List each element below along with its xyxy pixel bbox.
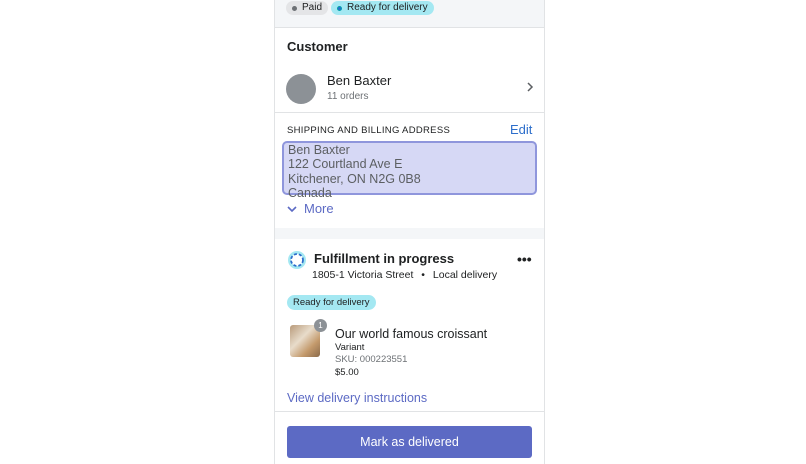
- product-name[interactable]: Our world famous croissant: [335, 327, 487, 341]
- product-price: $5.00: [335, 367, 359, 378]
- customer-title: Customer: [287, 39, 348, 54]
- customer-name[interactable]: Ben Baxter: [327, 73, 391, 88]
- mark-as-delivered-button[interactable]: Mark as delivered: [287, 426, 532, 458]
- more-toggle[interactable]: More: [287, 201, 334, 216]
- ready-badge: Ready for delivery: [331, 1, 434, 15]
- address-line: Canada: [288, 185, 332, 200]
- fulfillment-status-badge: Ready for delivery: [287, 295, 376, 310]
- chevron-right-icon[interactable]: [523, 80, 537, 94]
- fulfillment-subtitle: 1805-1 Victoria Street • Local delivery: [312, 269, 497, 281]
- customer-card: Customer Ben Baxter 11 orders SHIPPING A…: [275, 28, 544, 228]
- address-block[interactable]: Ben Baxter 122 Courtland Ave E Kitchener…: [282, 141, 537, 200]
- paid-label: Paid: [302, 2, 323, 13]
- divider: [275, 112, 544, 113]
- chevron-down-icon: [287, 205, 297, 212]
- quantity-badge: 1: [314, 319, 327, 332]
- more-actions-icon[interactable]: •••: [517, 251, 532, 267]
- address-heading: SHIPPING AND BILLING ADDRESS: [287, 125, 451, 136]
- fulfillment-method: Local delivery: [432, 269, 498, 281]
- paid-badge: Paid: [286, 1, 329, 15]
- ready-label: Ready for delivery: [347, 2, 428, 13]
- ready-dot-icon: [337, 5, 342, 11]
- divider: [275, 411, 544, 412]
- edit-address-link[interactable]: Edit: [510, 122, 532, 137]
- status-strip: Paid Ready for delivery: [275, 0, 544, 28]
- fulfillment-card: Fulfillment in progress 1805-1 Victoria …: [275, 239, 544, 464]
- customer-orders: 11 orders: [327, 91, 369, 102]
- address-line: Ben Baxter: [288, 143, 350, 157]
- product-sku: SKU: 000223551: [335, 354, 408, 365]
- fulfillment-location: 1805-1 Victoria Street: [312, 269, 414, 281]
- view-delivery-instructions-link[interactable]: View delivery instructions: [287, 391, 427, 405]
- more-label: More: [304, 201, 334, 216]
- fulfillment-title: Fulfillment in progress: [314, 251, 455, 266]
- avatar[interactable]: [286, 74, 316, 104]
- address-line: Kitchener, ON N2G 0B8: [288, 171, 421, 186]
- mobile-order-screen: Paid Ready for delivery Customer Ben Bax…: [274, 0, 545, 464]
- separator: •: [421, 269, 425, 281]
- product-variant: Variant: [335, 342, 365, 353]
- paid-dot-icon: [292, 5, 297, 11]
- address-line: 122 Courtland Ave E: [288, 157, 403, 172]
- fulfillment-progress-icon: [288, 251, 306, 269]
